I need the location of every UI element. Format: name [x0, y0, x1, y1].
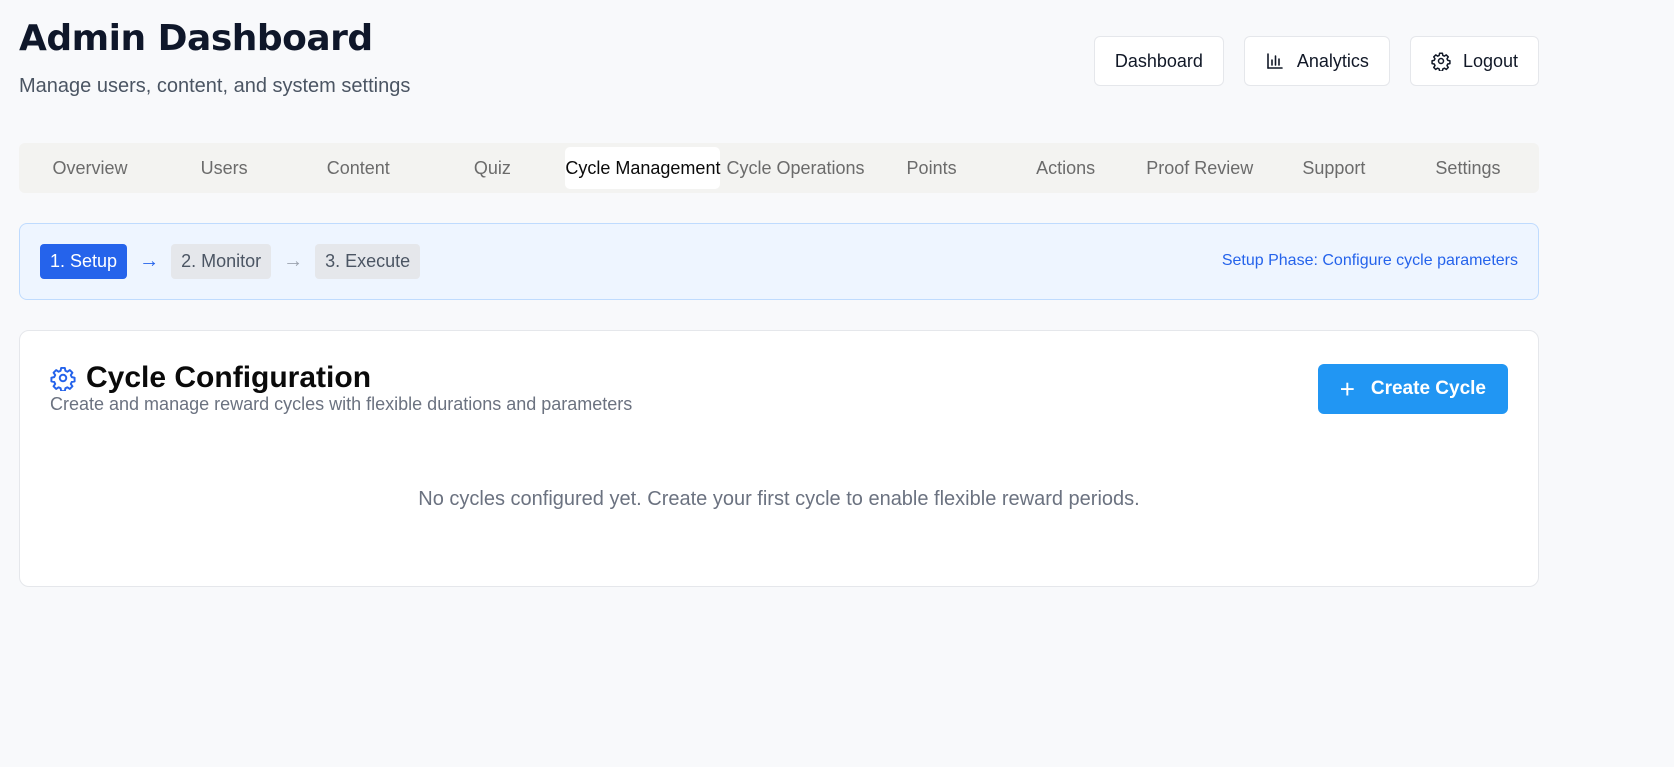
admin-dashboard: Admin Dashboard Manage users, content, a…	[19, 0, 1539, 587]
logout-button[interactable]: Logout	[1409, 36, 1539, 86]
phase-note: Setup Phase: Configure cycle parameters	[1221, 252, 1518, 269]
admin-tabs: Overview Users Content Quiz Cycle Manage…	[19, 143, 1539, 193]
dashboard-button[interactable]: Dashboard	[1093, 36, 1224, 86]
page-header: Admin Dashboard Manage users, content, a…	[19, 0, 1539, 130]
logout-button-label: Logout	[1462, 50, 1518, 71]
step-setup: 1. Setup	[40, 244, 128, 279]
plus-icon: +	[1339, 374, 1355, 404]
tab-proof-review[interactable]: Proof Review	[1133, 147, 1267, 189]
step-arrow-icon: →	[283, 250, 304, 272]
phase-steps: 1. Setup → 2. Monitor → 3. Execute	[40, 244, 421, 279]
step-execute: 3. Execute	[315, 244, 421, 279]
analytics-button-label: Analytics	[1296, 50, 1369, 71]
page-title: Admin Dashboard	[19, 18, 373, 59]
create-cycle-label: Create Cycle	[1370, 378, 1486, 399]
tab-actions[interactable]: Actions	[999, 147, 1133, 189]
tab-content[interactable]: Content	[291, 147, 425, 189]
step-monitor: 2. Monitor	[171, 244, 272, 279]
tab-points[interactable]: Points	[865, 147, 999, 189]
cycle-configuration-card: Cycle Configuration Create and manage re…	[19, 330, 1539, 587]
bar-chart-icon	[1267, 53, 1283, 69]
header-actions: Dashboard Analytics Logout	[1093, 36, 1539, 86]
page-subtitle: Manage users, content, and system settin…	[19, 75, 411, 97]
tab-settings[interactable]: Settings	[1401, 147, 1535, 189]
tab-cycle-operations[interactable]: Cycle Operations	[726, 147, 864, 189]
tab-users[interactable]: Users	[157, 147, 291, 189]
analytics-button[interactable]: Analytics	[1243, 36, 1390, 86]
tab-overview[interactable]: Overview	[23, 147, 157, 189]
gear-icon	[50, 366, 76, 391]
create-cycle-button[interactable]: + Create Cycle	[1317, 364, 1508, 414]
step-arrow-icon: →	[139, 250, 160, 272]
card-title: Cycle Configuration	[86, 361, 372, 394]
card-header: Cycle Configuration	[50, 361, 371, 395]
dashboard-button-label: Dashboard	[1114, 50, 1203, 71]
phase-banner: 1. Setup → 2. Monitor → 3. Execute Setup…	[19, 223, 1539, 300]
tab-quiz[interactable]: Quiz	[425, 147, 559, 189]
card-description: Create and manage reward cycles with fle…	[50, 394, 633, 414]
empty-state-message: No cycles configured yet. Create your fi…	[418, 488, 1140, 510]
tab-support[interactable]: Support	[1267, 147, 1401, 189]
gear-icon	[1431, 52, 1451, 71]
tab-cycle-management[interactable]: Cycle Management	[565, 147, 721, 189]
